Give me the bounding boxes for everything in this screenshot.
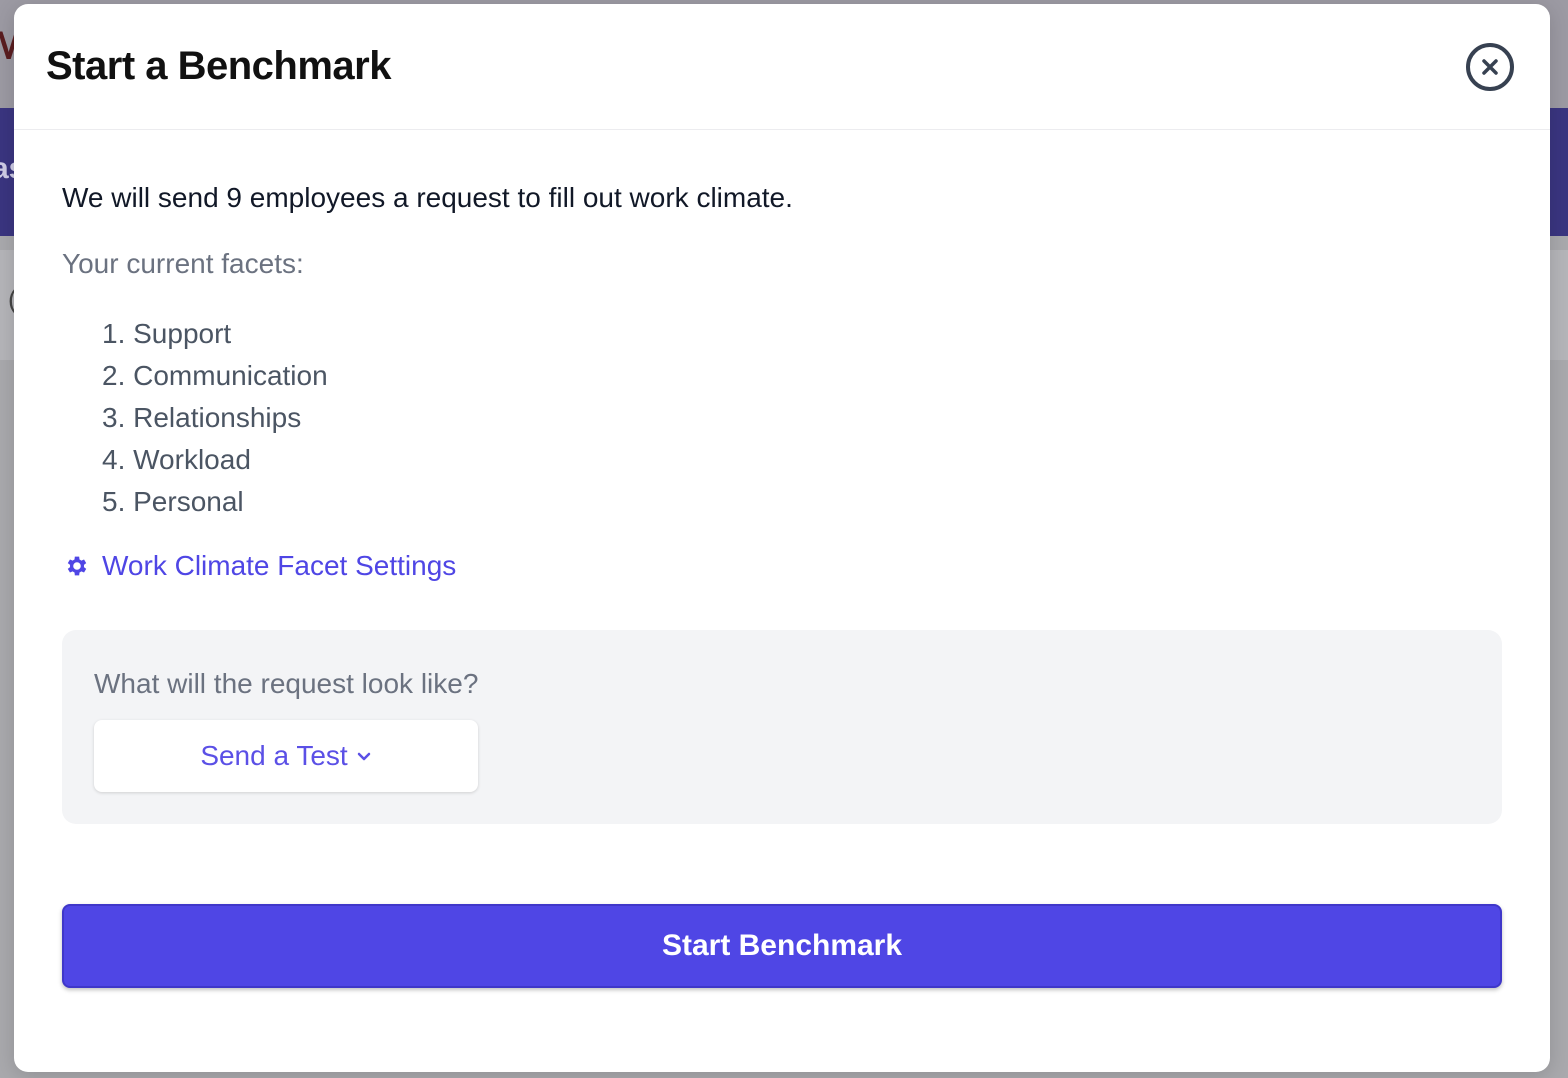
modal-header: Start a Benchmark [14, 4, 1550, 130]
send-test-button[interactable]: Send a Test [94, 720, 478, 792]
list-item: 3. Relationships [102, 402, 302, 433]
facets-label: Your current facets: [62, 248, 304, 279]
list-item: 2. Communication [102, 360, 328, 391]
facet-list: 1. Support 2. Communication 3. Relations… [102, 316, 328, 526]
list-item: 4. Workload [102, 444, 251, 475]
list-item: 5. Personal [102, 486, 244, 517]
chevron-down-icon [357, 752, 370, 761]
close-icon[interactable] [1466, 43, 1514, 91]
modal-title: Start a Benchmark [46, 44, 391, 88]
work-climate-facet-settings-link[interactable]: Work Climate Facet Settings [64, 550, 456, 582]
settings-link-label: Work Climate Facet Settings [102, 550, 457, 581]
list-item: 1. Support [102, 318, 232, 349]
intro-text: We will send 9 employees a request to fi… [62, 182, 793, 213]
start-benchmark-modal: Start a Benchmark We will send 9 employe… [14, 4, 1550, 1072]
start-benchmark-button[interactable]: Start Benchmark [62, 904, 1502, 988]
close-x-icon [1482, 59, 1498, 75]
send-test-label: Send a Test [200, 740, 348, 771]
gear-icon [67, 556, 87, 576]
test-request-panel: What will the request look like? Send a … [62, 630, 1502, 824]
test-question: What will the request look like? [94, 668, 479, 699]
